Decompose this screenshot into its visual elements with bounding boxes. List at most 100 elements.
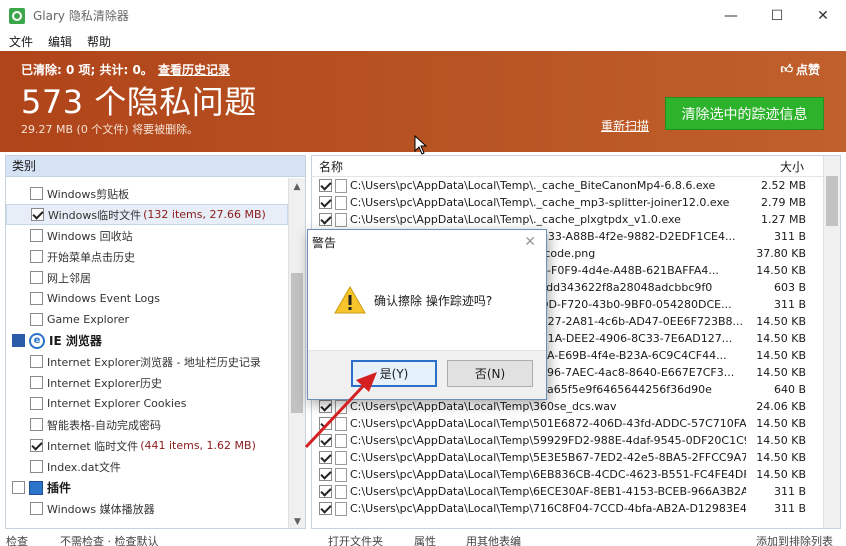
maximize-button[interactable]: ☐ xyxy=(754,0,800,31)
menu-edit[interactable]: 编辑 xyxy=(48,33,72,50)
category-item[interactable]: Windows 媒体播放器 xyxy=(6,498,305,519)
category-checkbox[interactable] xyxy=(31,208,44,221)
category-checkbox[interactable] xyxy=(30,418,43,431)
file-row[interactable]: C:\Users\pc\AppData\Local\Temp\5E3E5B67-… xyxy=(312,449,840,466)
file-path: C:\Users\pc\AppData\Local\Temp\._cache_B… xyxy=(350,179,716,192)
check-link[interactable]: 检查 xyxy=(6,533,28,546)
delete-size-info: 29.27 MB (0 个文件) 将要被删除。 xyxy=(21,123,199,136)
category-item[interactable]: Index.dat文件 xyxy=(6,456,305,477)
category-item[interactable]: Internet Explorer Cookies xyxy=(6,393,305,414)
category-checkbox[interactable] xyxy=(30,187,43,200)
warning-dialog: 警告 ✕ 确认擦除 操作踪迹吗? 是(Y) 否(N) xyxy=(307,229,547,400)
group-checkbox[interactable] xyxy=(12,481,25,494)
open-with-button[interactable]: 用其他表编 xyxy=(466,533,521,546)
group-ie-browser[interactable]: e IE 浏览器 xyxy=(6,330,305,351)
file-checkbox[interactable] xyxy=(319,213,332,226)
file-row[interactable]: C:\Users\pc\AppData\Local\Temp\._cache_p… xyxy=(312,211,840,228)
dialog-close-icon[interactable]: ✕ xyxy=(524,234,536,250)
category-checkbox[interactable] xyxy=(30,502,43,515)
column-size[interactable]: 大小 xyxy=(780,158,820,175)
scroll-thumb[interactable] xyxy=(826,176,838,226)
yes-button[interactable]: 是(Y) xyxy=(351,360,437,387)
file-row[interactable]: C:\Users\pc\AppData\Local\Temp\6EB836CB-… xyxy=(312,466,840,483)
category-checkbox[interactable] xyxy=(30,313,43,326)
category-header: 类别 xyxy=(6,156,305,177)
category-checkbox[interactable] xyxy=(30,250,43,263)
file-list-header: 名称 大小 xyxy=(312,156,840,177)
file-checkbox[interactable] xyxy=(319,179,332,192)
category-checkbox[interactable] xyxy=(30,229,43,242)
thumbs-up-icon: 👍︎ xyxy=(780,62,793,76)
category-item[interactable]: Windows Event Logs xyxy=(6,288,305,309)
warning-icon xyxy=(334,285,366,314)
properties-button[interactable]: 属性 xyxy=(414,533,436,546)
file-size: 14.50 KB xyxy=(756,417,806,430)
category-item[interactable]: Windows 回收站 xyxy=(6,225,305,246)
category-item[interactable]: Windows剪贴板 xyxy=(6,183,305,204)
file-row[interactable]: C:\Users\pc\AppData\Local\Temp\716C8F04-… xyxy=(312,500,840,517)
file-size: 37.80 KB xyxy=(756,247,806,260)
category-item[interactable]: 开始菜单点击历史 xyxy=(6,246,305,267)
file-checkbox[interactable] xyxy=(319,468,332,481)
category-checkbox[interactable] xyxy=(30,271,43,284)
check-options-link[interactable]: 不需检查 · 检查默认 xyxy=(60,533,159,546)
file-list-scrollbar[interactable] xyxy=(823,156,840,528)
file-checkbox[interactable] xyxy=(319,485,332,498)
group-plugins[interactable]: 插件 xyxy=(6,477,305,498)
minimize-button[interactable]: — xyxy=(708,0,754,31)
file-checkbox[interactable] xyxy=(319,400,332,413)
file-row[interactable]: C:\Users\pc\AppData\Local\Temp\6ECE30AF-… xyxy=(312,483,840,500)
column-name[interactable]: 名称 xyxy=(312,158,780,175)
add-exclude-button[interactable]: 添加到排除列表 xyxy=(756,533,833,546)
file-size: 311 B xyxy=(773,298,806,311)
category-item[interactable]: 智能表格-自动完成密码 xyxy=(6,414,305,435)
file-checkbox[interactable] xyxy=(319,451,332,464)
category-checkbox[interactable] xyxy=(30,355,43,368)
file-checkbox[interactable] xyxy=(319,502,332,515)
group-label: IE 浏览器 xyxy=(49,334,102,348)
scroll-up-icon[interactable]: ▲ xyxy=(289,178,305,195)
scroll-thumb[interactable] xyxy=(291,273,303,413)
file-row[interactable]: C:\Users\pc\AppData\Local\Temp\._cache_m… xyxy=(312,194,840,211)
file-row[interactable]: C:\Users\pc\AppData\Local\Temp\501E6872-… xyxy=(312,415,840,432)
open-folder-button[interactable]: 打开文件夹 xyxy=(328,533,383,546)
file-path: C:\Users\pc\AppData\Local\Temp\6ECE30AF-… xyxy=(350,485,746,498)
file-row[interactable]: C:\Users\pc\AppData\Local\Temp\._cache_B… xyxy=(312,177,840,194)
plugin-icon xyxy=(29,480,43,495)
file-row[interactable]: C:\Users\pc\AppData\Local\Temp\360se_dcs… xyxy=(312,398,840,415)
category-item[interactable]: Internet Explorer历史 xyxy=(6,372,305,393)
clean-selected-button[interactable]: 清除选中的踪迹信息 xyxy=(665,97,824,130)
file-checkbox[interactable] xyxy=(319,196,332,209)
category-checkbox[interactable] xyxy=(30,460,43,473)
file-icon xyxy=(335,467,347,482)
file-size: 603 B xyxy=(773,281,806,294)
group-checkbox[interactable] xyxy=(12,334,25,347)
category-item[interactable]: Internet Explorer浏览器 - 地址栏历史记录 xyxy=(6,351,305,372)
file-checkbox[interactable] xyxy=(319,434,332,447)
category-panel: 类别 Windows剪贴板 Windows临时文件 (132 items, 27… xyxy=(5,155,306,529)
menu-file[interactable]: 文件 xyxy=(9,33,33,50)
no-button[interactable]: 否(N) xyxy=(447,360,533,387)
dialog-title: 警告 xyxy=(312,236,337,250)
like-button[interactable]: 👍︎ 点赞 xyxy=(780,61,820,78)
scroll-down-icon[interactable]: ▼ xyxy=(289,513,305,528)
menu-help[interactable]: 帮助 xyxy=(87,33,111,50)
category-item[interactable]: Internet 临时文件 (441 items, 1.62 MB) xyxy=(6,435,305,456)
category-item[interactable]: Game Explorer xyxy=(6,309,305,330)
view-history-link[interactable]: 查看历史记录 xyxy=(158,61,230,78)
file-checkbox[interactable] xyxy=(319,417,332,430)
file-row[interactable]: C:\Users\pc\AppData\Local\Temp\59929FD2-… xyxy=(312,432,840,449)
category-scrollbar[interactable]: ▲ ▼ xyxy=(288,178,305,528)
bottom-toolbar: 检查 不需检查 · 检查默认 打开文件夹 属性 用其他表编 添加到排除列表 xyxy=(0,533,846,546)
category-checkbox[interactable] xyxy=(30,292,43,305)
file-size: 14.50 KB xyxy=(756,264,806,277)
category-checkbox[interactable] xyxy=(30,376,43,389)
file-size: 311 B xyxy=(773,230,806,243)
category-item-selected[interactable]: Windows临时文件 (132 items, 27.66 MB) xyxy=(6,204,288,225)
close-button[interactable]: ✕ xyxy=(800,0,846,31)
category-item[interactable]: 网上邻居 xyxy=(6,267,305,288)
category-checkbox[interactable] xyxy=(30,397,43,410)
category-checkbox[interactable] xyxy=(30,439,43,452)
rescan-link[interactable]: 重新扫描 xyxy=(601,117,649,134)
file-size: 14.50 KB xyxy=(756,366,806,379)
